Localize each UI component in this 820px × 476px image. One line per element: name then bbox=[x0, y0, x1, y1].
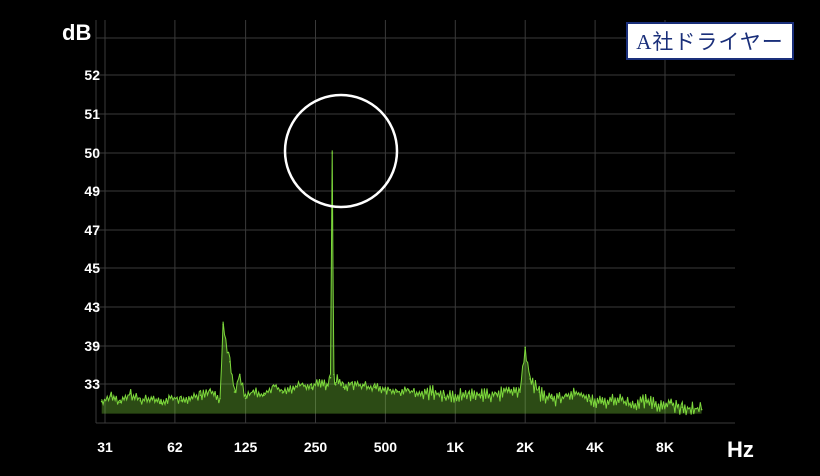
x-tick-label: 250 bbox=[304, 439, 328, 455]
data-point bbox=[362, 384, 364, 387]
data-point bbox=[374, 386, 376, 389]
data-point bbox=[100, 400, 103, 403]
y-tick-label: 47 bbox=[84, 222, 100, 238]
data-point bbox=[334, 384, 337, 386]
data-point bbox=[443, 396, 446, 399]
peak-highlight-circle bbox=[283, 93, 399, 209]
data-point bbox=[495, 392, 498, 395]
data-point bbox=[199, 394, 202, 397]
data-point bbox=[333, 373, 335, 376]
data-point bbox=[129, 392, 132, 395]
grid bbox=[95, 20, 735, 424]
data-point bbox=[396, 391, 398, 393]
data-point bbox=[670, 401, 672, 404]
y-tick-label: 45 bbox=[84, 260, 100, 276]
data-point bbox=[239, 373, 241, 376]
data-point bbox=[329, 376, 332, 379]
y-tick-label: 52 bbox=[84, 67, 100, 83]
data-point bbox=[110, 395, 113, 397]
data-point bbox=[119, 401, 121, 404]
data-point bbox=[139, 400, 142, 402]
legend: A社ドライヤー bbox=[626, 22, 794, 60]
data-point bbox=[468, 392, 471, 395]
data-point bbox=[292, 388, 294, 390]
y-tick-label: 33 bbox=[84, 376, 100, 392]
data-point bbox=[524, 346, 526, 349]
x-tick-label: 8K bbox=[656, 439, 674, 455]
data-point bbox=[272, 384, 275, 387]
data-point bbox=[301, 383, 304, 385]
x-axis-label: Hz bbox=[727, 437, 754, 462]
data-point bbox=[407, 389, 410, 392]
y-tick-label: 39 bbox=[84, 338, 100, 354]
data-point bbox=[538, 391, 541, 393]
y-axis-label: dB bbox=[62, 20, 91, 45]
data-point bbox=[209, 389, 211, 392]
x-tick-label: 500 bbox=[374, 439, 398, 455]
y-axis-ticks: 52 51 50 49 47 45 43 39 33 bbox=[84, 67, 100, 392]
data-point bbox=[550, 397, 553, 400]
data-point bbox=[681, 406, 684, 409]
data-point bbox=[577, 392, 580, 395]
data-point bbox=[644, 400, 647, 402]
data-point bbox=[384, 388, 387, 390]
data-point bbox=[244, 397, 247, 400]
y-tick-label: 51 bbox=[84, 106, 100, 122]
data-point bbox=[160, 402, 162, 405]
data-point bbox=[657, 404, 660, 406]
x-tick-label: 1K bbox=[446, 439, 464, 455]
data-point bbox=[281, 392, 284, 394]
x-tick-label: 62 bbox=[167, 439, 183, 455]
series-fill bbox=[101, 150, 702, 416]
data-point bbox=[616, 397, 619, 400]
data-point bbox=[481, 394, 483, 397]
x-tick-label: 125 bbox=[234, 439, 258, 455]
data-point bbox=[150, 397, 152, 400]
chart-stage: 52 51 50 49 47 45 43 39 33 31 62 125 250 500 1K 2K 4K 8K… bbox=[0, 0, 820, 476]
data-point bbox=[222, 323, 224, 326]
data-point bbox=[310, 387, 313, 389]
data-point bbox=[229, 361, 231, 363]
data-point bbox=[418, 392, 421, 394]
data-point bbox=[326, 384, 328, 387]
data-point bbox=[351, 383, 354, 385]
data-point bbox=[529, 378, 531, 380]
y-tick-label: 50 bbox=[84, 145, 100, 161]
data-point bbox=[336, 378, 339, 380]
data-point bbox=[454, 395, 457, 397]
data-point bbox=[331, 152, 334, 154]
data-point bbox=[180, 400, 182, 402]
data-point bbox=[508, 389, 510, 392]
data-point bbox=[589, 400, 591, 402]
data-point bbox=[219, 397, 221, 400]
x-tick-label: 4K bbox=[586, 439, 604, 455]
data-point bbox=[691, 407, 694, 409]
series-line bbox=[101, 150, 703, 416]
data-point bbox=[432, 391, 434, 393]
legend-label: A社ドライヤー bbox=[636, 30, 784, 54]
x-axis-ticks: 31 62 125 250 500 1K 2K 4K 8K bbox=[97, 439, 674, 455]
data-point bbox=[700, 408, 703, 411]
data-point bbox=[519, 391, 521, 393]
data-point bbox=[252, 389, 255, 392]
data-point bbox=[263, 394, 265, 397]
data-point bbox=[233, 391, 236, 393]
y-tick-label: 43 bbox=[84, 299, 100, 315]
data-point bbox=[190, 396, 193, 399]
data-point bbox=[631, 403, 634, 405]
series-layer bbox=[100, 150, 703, 416]
x-tick-label: 31 bbox=[97, 439, 113, 455]
x-tick-label: 2K bbox=[516, 439, 534, 455]
data-point bbox=[601, 400, 604, 403]
data-point bbox=[170, 396, 173, 398]
data-point bbox=[342, 386, 345, 389]
data-point bbox=[318, 380, 321, 383]
data-point bbox=[565, 395, 567, 397]
y-tick-label: 49 bbox=[84, 183, 100, 199]
spectrum-chart: 52 51 50 49 47 45 43 39 33 31 62 125 250 500 1K 2K 4K 8K… bbox=[62, 20, 754, 462]
